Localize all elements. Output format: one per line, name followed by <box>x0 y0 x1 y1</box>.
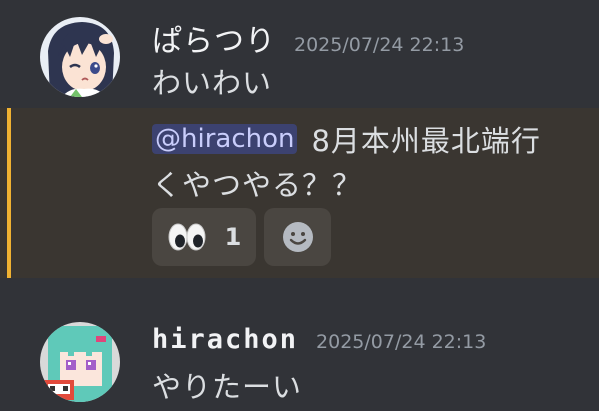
message-header: ぱらつり 2025/07/24 22:13 <box>152 16 464 60</box>
pixel-girl-avatar-icon <box>40 322 120 402</box>
username[interactable]: hirachon <box>152 324 298 355</box>
chat-messages: ぱらつり 2025/07/24 22:13 わいわい @hirachon 8月本… <box>0 0 599 411</box>
message-mentioned: @hirachon 8月本州最北端行 くやつやる？？ 1 <box>0 108 599 278</box>
timestamp: 2025/07/24 22:13 <box>294 34 465 56</box>
reaction-count: 1 <box>224 223 242 251</box>
eyes-emoji-icon <box>168 223 206 251</box>
reactions-bar: 1 <box>152 208 331 266</box>
smiley-add-reaction-icon <box>282 222 313 252</box>
reaction-eyes[interactable]: 1 <box>152 208 256 266</box>
message-group: hirachon 2025/07/24 22:13 やりたーい <box>0 300 599 411</box>
message-text: わいわい <box>152 66 273 100</box>
user-mention[interactable]: @hirachon <box>152 124 298 154</box>
mention-highlight-bar <box>7 108 11 278</box>
avatar[interactable] <box>40 322 120 402</box>
message-text: やりたーい <box>152 370 303 404</box>
timestamp: 2025/07/24 22:13 <box>316 331 487 353</box>
add-reaction-button[interactable] <box>264 208 331 266</box>
message-text-line: @hirachon 8月本州最北端行 <box>152 118 541 160</box>
message-text: くやつやる？？ <box>152 168 363 202</box>
anime-girl-avatar-icon <box>40 17 120 97</box>
message-text: 8月本州最北端行 <box>311 124 541 158</box>
message-header: hirachon 2025/07/24 22:13 <box>152 324 486 355</box>
username[interactable]: ぱらつり <box>152 16 276 60</box>
message-group: ぱらつり 2025/07/24 22:13 わいわい <box>0 0 599 108</box>
avatar[interactable] <box>40 17 120 97</box>
